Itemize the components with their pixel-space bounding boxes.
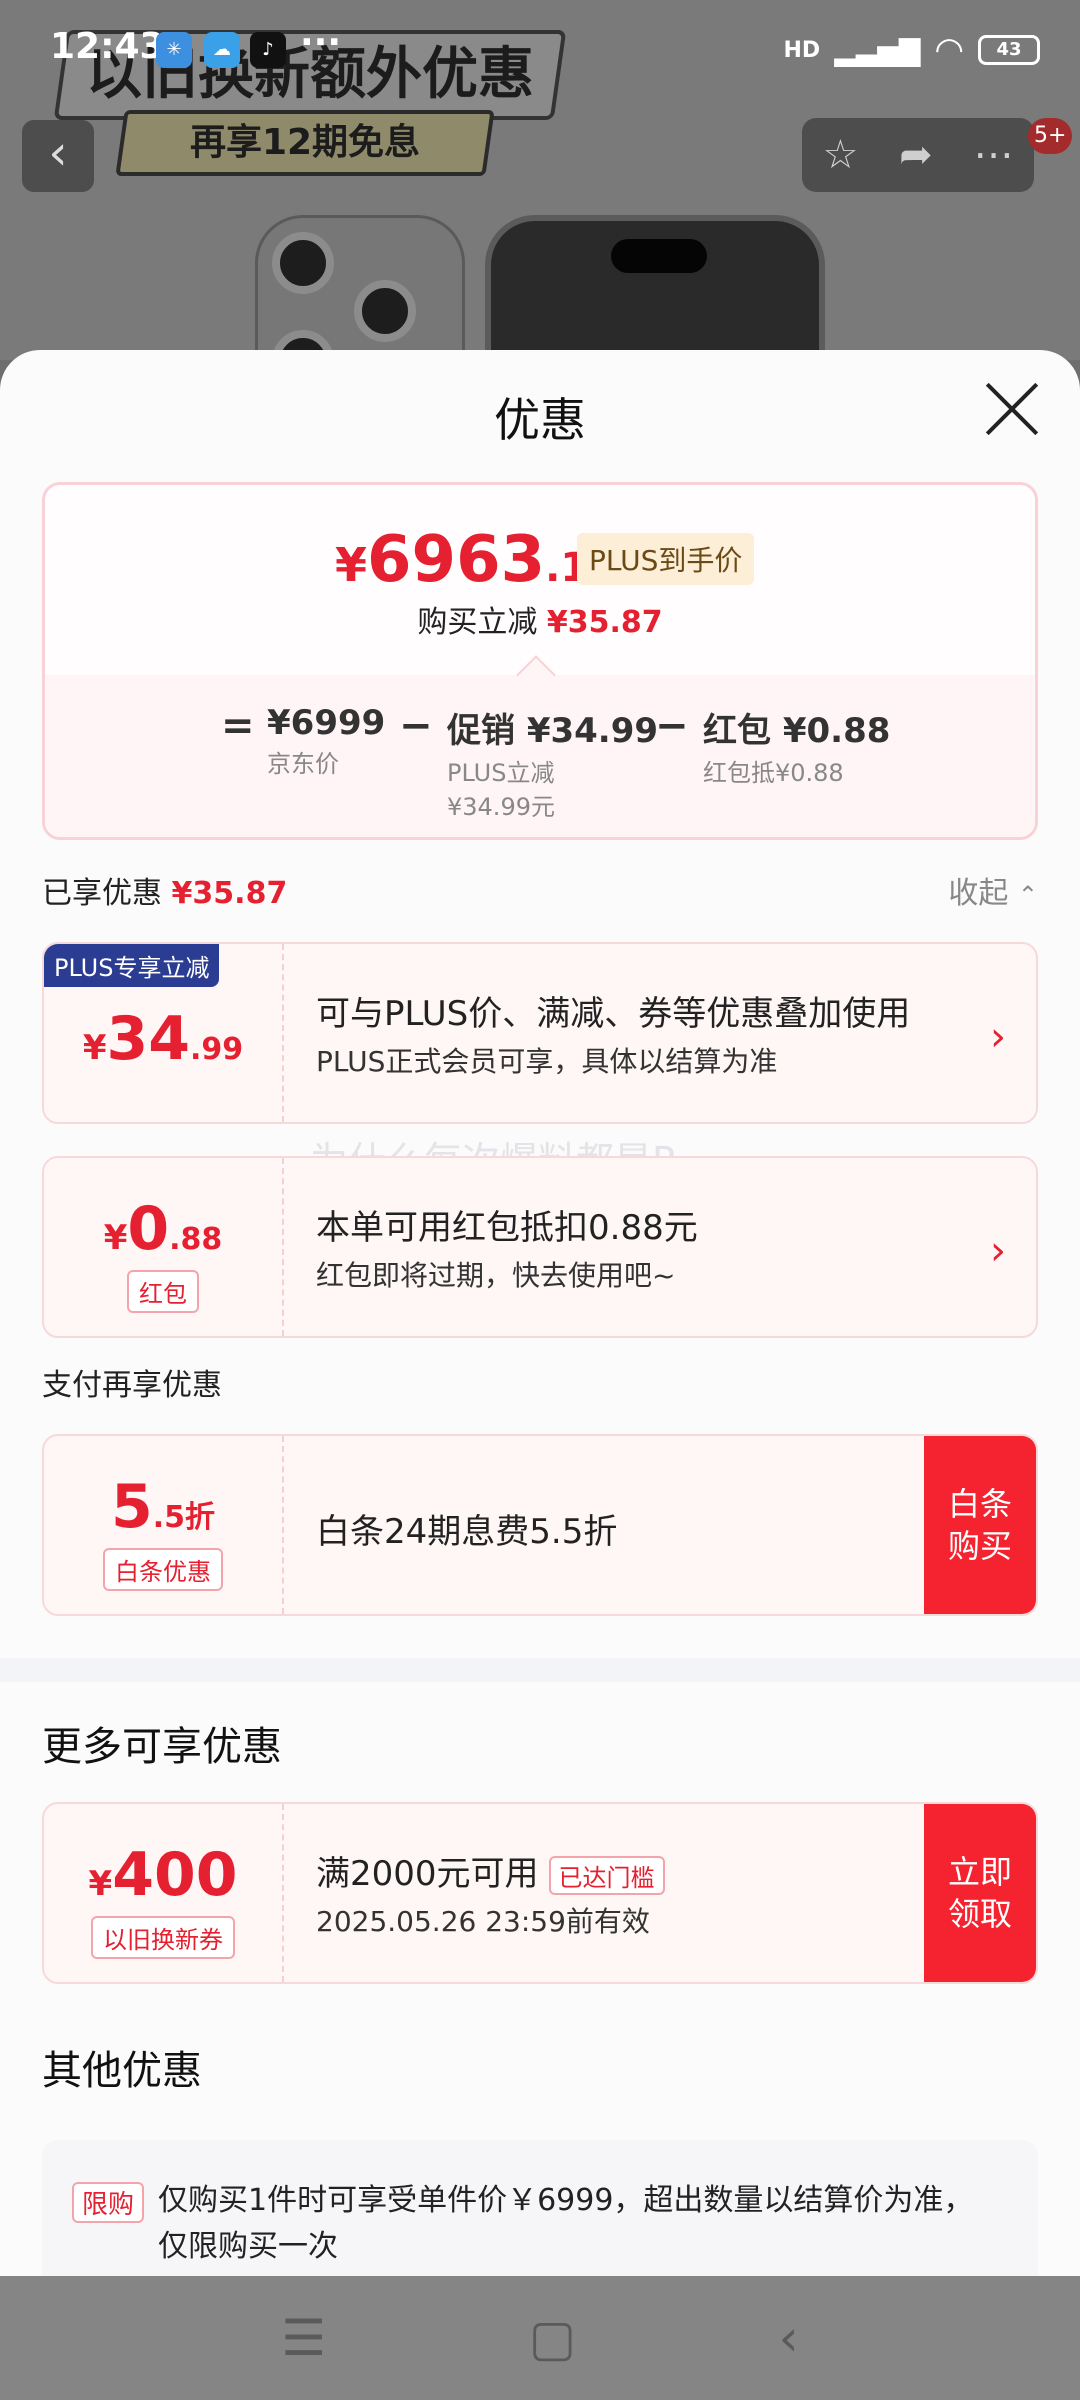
coupon-validity: 2025.05.26 23:59前有效 [316, 1905, 650, 1938]
share-icon[interactable]: ➦ [899, 132, 933, 178]
header-actions: ☆ ➦ ⋯ [802, 118, 1034, 192]
app-notification-icon: ✳ [156, 32, 192, 68]
coupon-amount: ¥0.88 [103, 1194, 223, 1264]
message-badge: 5+ [1028, 118, 1073, 154]
battery-icon: 43 [978, 35, 1040, 65]
coupon-amount: ¥34.99 [82, 1004, 244, 1074]
coupon-type-tag: 以旧换新券 [91, 1916, 235, 1959]
collapse-button[interactable]: 收起 ⌃ [948, 868, 1038, 912]
back-button[interactable]: ‹ [22, 120, 94, 192]
coupon-amount: 5.5折 [110, 1472, 216, 1542]
back-icon[interactable]: ‹ [779, 2309, 799, 2367]
more-notifications-icon: ··· [300, 22, 342, 63]
redpack-card[interactable]: ¥0.88 红包 本单可用红包抵扣0.88元 红包即将过期，快去使用吧~ › [42, 1156, 1038, 1338]
chevron-right-icon: › [990, 1014, 1006, 1060]
pay-section-title: 支付再享优惠 [42, 1368, 222, 1403]
coupon-desc: 红包即将过期，快去使用吧~ [316, 1259, 676, 1292]
other-section-title: 其他优惠 [42, 2048, 202, 2094]
price-summary-card: ¥6963.13 PLUS到手价 购买立减 ¥35.87 = ¥6999 京东价… [42, 482, 1038, 840]
favorite-icon[interactable]: ☆ [822, 132, 858, 178]
promo-discount: 促销 ¥34.99 PLUS立减 ¥34.99元 [447, 711, 659, 821]
chevron-up-icon: ⌃ [1017, 881, 1038, 909]
price-formula: = ¥6999 京东价 − 促销 ¥34.99 PLUS立减 ¥34.99元 −… [45, 675, 1035, 837]
promo-banner-subtitle: 再享12期免息 [115, 110, 495, 176]
coupon-title: 白条24期息费5.5折 [316, 1512, 618, 1552]
tiktok-icon: ♪ [250, 32, 286, 68]
more-section-title: 更多可享优惠 [42, 1724, 282, 1770]
status-time: 12:43 [50, 26, 165, 67]
coupon-type-tag: 红包 [127, 1270, 199, 1313]
limit-tag: 限购 [72, 2182, 145, 2223]
close-icon[interactable] [984, 380, 1042, 438]
section-divider [0, 1658, 1080, 1682]
coupon-title: 满2000元可用 已达门槛 [316, 1846, 665, 1895]
wifi-icon: ◠ [934, 30, 964, 70]
baitiao-card: 5.5折 白条优惠 白条24期息费5.5折 白条 购买 [42, 1434, 1038, 1616]
trade-in-coupon-card: ¥400 以旧换新券 满2000元可用 已达门槛 2025.05.26 23:59… [42, 1802, 1038, 1984]
baitiao-buy-button[interactable]: 白条 购买 [924, 1436, 1036, 1614]
enjoyed-discount-row: 已享优惠 ¥35.87 收起 ⌃ [42, 868, 1038, 918]
product-image-back [255, 215, 465, 360]
signal-bars-icon: ▂▃▅▇ [834, 33, 921, 67]
discount-sheet: 优惠 ¥6963.13 PLUS到手价 购买立减 ¥35.87 = ¥6999 … [0, 350, 1080, 2280]
coupon-desc: PLUS正式会员可享，具体以结算为准 [316, 1045, 778, 1078]
plus-discount-card[interactable]: PLUS专享立减 ¥34.99 可与PLUS价、满减、券等优惠叠加使用 PLUS… [42, 942, 1038, 1124]
product-image-front [485, 215, 825, 360]
limit-text: 仅购买1件时可享受单件价￥6999，超出数量以结算价为准，仅限购买一次 [158, 2183, 974, 2264]
menu-icon[interactable]: ☰ [281, 2309, 326, 2367]
coupon-type-tag: 白条优惠 [103, 1548, 223, 1591]
system-nav-bar: ☰ ▢ ‹ [0, 2276, 1080, 2400]
jd-price: ¥6999 京东价 [267, 703, 386, 778]
more-icon[interactable]: ⋯ [974, 132, 1014, 178]
plus-price-tag: PLUS到手价 [577, 533, 755, 585]
coupon-title: 本单可用红包抵扣0.88元 [316, 1208, 698, 1248]
status-bar: 12:43 ✳ ☁ ♪ ··· HD ▂▃▅▇ ◠ 43 [0, 0, 1080, 100]
chevron-right-icon: › [990, 1228, 1006, 1274]
threshold-met-tag: 已达门槛 [548, 1856, 665, 1895]
purchase-limit-card: 限购 仅购买1件时可享受单件价￥6999，超出数量以结算价为准，仅限购买一次 [42, 2140, 1038, 2280]
coupon-amount: ¥400 [88, 1840, 238, 1910]
final-price: ¥6963.13 [335, 523, 616, 597]
redpack-discount: 红包 ¥0.88 红包抵¥0.88 [703, 711, 891, 787]
sheet-title: 优惠 [494, 393, 586, 447]
app-notification-icon: ☁ [204, 32, 240, 68]
claim-coupon-button[interactable]: 立即 领取 [924, 1804, 1036, 1982]
buy-reduce-line: 购买立减 ¥35.87 [417, 605, 663, 640]
coupon-title: 可与PLUS价、满减、券等优惠叠加使用 [316, 994, 911, 1034]
signal-icon: HD [783, 37, 821, 63]
home-icon[interactable]: ▢ [529, 2309, 576, 2367]
